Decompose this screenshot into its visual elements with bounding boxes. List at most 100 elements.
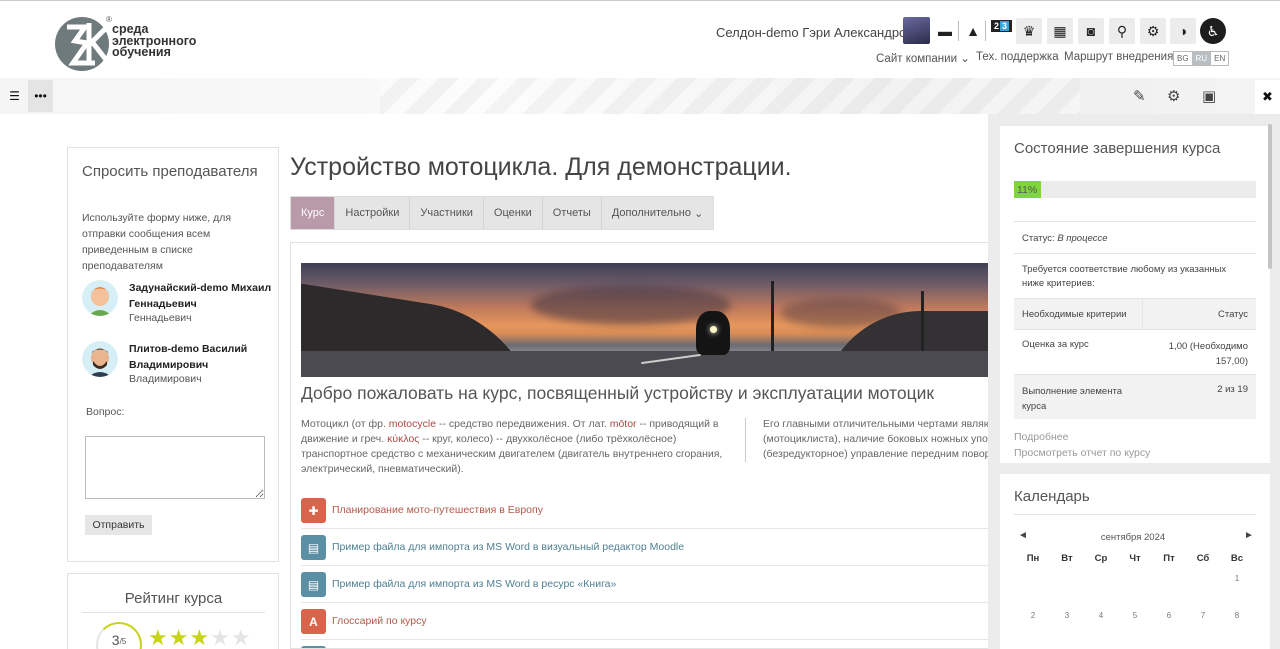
menu-company-sites[interactable]: Сайт компании ⌄	[876, 51, 970, 65]
lang-en[interactable]: EN	[1211, 52, 1228, 65]
calendar-day[interactable]: 6	[1158, 611, 1180, 620]
activity-item[interactable]	[301, 640, 999, 648]
activity-item[interactable]: ▤ Пример файла для импорта из MS Word в …	[301, 529, 999, 566]
link-kyklos[interactable]: κύκλος	[387, 433, 419, 445]
brush-icon[interactable]: ✎	[1133, 87, 1146, 105]
activity-item[interactable]: A Глоссарий по курсу	[301, 603, 999, 640]
weekday-label: Вс	[1230, 553, 1244, 564]
tab-more[interactable]: Дополнительно ⌄	[602, 197, 713, 229]
criteria-row: Выполнение элемента курса 2 из 19	[1014, 374, 1256, 419]
calendar-day[interactable]: 3	[1056, 611, 1078, 620]
ask-teacher-description: Используйте форму ниже, для отправки соо…	[82, 212, 232, 272]
link-motor[interactable]: mōtor	[610, 418, 637, 430]
teacher-avatar	[82, 280, 118, 316]
star-icon: ★	[168, 625, 190, 649]
completion-more-link[interactable]: Подробнее	[1014, 431, 1068, 443]
chat-icon[interactable]: ▬	[932, 18, 958, 44]
activity-label[interactable]: Глоссарий по курсу	[332, 615, 427, 627]
teacher-item[interactable]: Задунайский-demo Михаил Геннадьевич Генн…	[82, 280, 277, 330]
calendar-day[interactable]: 5	[1124, 611, 1146, 620]
activity-item[interactable]: ▤ Пример файла для импорта из MS Word в …	[301, 566, 999, 603]
lang-ru[interactable]: RU	[1192, 52, 1212, 65]
book-icon: ▤	[301, 572, 326, 597]
course-rating-block: Рейтинг курса 3/5 ★★★★★	[67, 573, 279, 649]
tab-participants[interactable]: Участники	[410, 197, 484, 229]
calendar-day[interactable]: 4	[1090, 611, 1112, 620]
activity-label[interactable]: Пример файла для импорта из MS Word в ре…	[332, 578, 616, 590]
progress-fill: 11%	[1014, 181, 1041, 198]
activity-label[interactable]: Планирование мото-путешествия в Европу	[332, 504, 543, 516]
tab-settings[interactable]: Настройки	[335, 197, 411, 229]
teacher-name: Задунайский-demo Михаил Геннадьевич	[129, 282, 272, 310]
teacher-avatar	[82, 341, 118, 377]
question-label: Вопрос:	[86, 406, 125, 418]
course-description: Мотоцикл (от фр. motocycle -- средство п…	[301, 418, 723, 475]
menu-route[interactable]: Маршрут внедрения	[1064, 51, 1173, 63]
tab-reports[interactable]: Отчеты	[543, 197, 602, 229]
criteria-header: Необходимые критерии Статус	[1014, 298, 1256, 330]
rating-stars: ★★★★★	[148, 625, 252, 649]
rating-title: Рейтинг курса	[124, 590, 223, 607]
right-sidebar: Состояние завершения курса 11% Статус: В…	[988, 114, 1280, 649]
badge-notifications[interactable]: 23	[991, 20, 1013, 32]
calendar-day[interactable]: 1	[1226, 574, 1248, 583]
completion-report-link[interactable]: Просмотреть отчет по курсу	[1014, 447, 1150, 459]
user-name[interactable]: Селдон-demo Гэри Александрович	[716, 25, 927, 40]
gear-icon[interactable]: ⚙	[1140, 18, 1166, 44]
completion-progress: 11%	[1014, 181, 1256, 198]
weekday-label: Вт	[1061, 553, 1073, 564]
close-icon[interactable]: ✖	[1255, 80, 1280, 114]
teacher-patronymic: Владимирович	[129, 373, 202, 385]
chevron-down-icon: ⌄	[960, 53, 970, 65]
sidebar-scrollbar[interactable]	[1268, 124, 1272, 269]
completion-requirement: Требуется соответствие любому из указанн…	[1014, 253, 1256, 298]
settings-gear-icon[interactable]: ⚙	[1167, 87, 1180, 105]
accessibility-icon[interactable]: ♿	[1200, 18, 1226, 44]
teacher-item[interactable]: Плитов-demo Василий Владимирович Владими…	[82, 341, 277, 391]
send-button[interactable]: Отправить	[85, 515, 152, 535]
star-icon: ★	[189, 625, 211, 649]
weekday-label: Пн	[1026, 553, 1040, 564]
link-motocycle[interactable]: motocycle	[389, 418, 436, 430]
toggle-icon[interactable]: ◑	[1170, 18, 1196, 44]
course-content: Добро пожаловать на курс, посвященный ус…	[290, 242, 1000, 649]
calendar-day[interactable]: 8	[1226, 611, 1248, 620]
completion-block: Состояние завершения курса 11% Статус: В…	[1000, 126, 1270, 463]
calendar-month[interactable]: сентября 2024	[1000, 532, 1266, 543]
trophy-icon[interactable]: ♛	[1016, 18, 1042, 44]
weekday-label: Пт	[1163, 553, 1175, 564]
page-title: Устройство мотоцикла. Для демонстрации.	[290, 153, 792, 181]
welcome-heading: Добро пожаловать на курс, посвященный ус…	[301, 383, 935, 403]
calendar-next-icon[interactable]: ►	[1244, 530, 1254, 541]
user-avatar[interactable]	[903, 17, 930, 44]
weekday-label: Чт	[1129, 553, 1141, 564]
more-icon[interactable]: •••	[28, 80, 53, 112]
ask-teacher-block: Спросить преподавателя Используйте форму…	[67, 147, 279, 562]
archive-icon[interactable]: ▣	[1202, 87, 1216, 105]
activity-item[interactable]: ✚ Планирование мото-путешествия в Европу	[301, 492, 999, 529]
dashboard-icon[interactable]: ▦	[1047, 18, 1073, 44]
bell-icon[interactable]: ▲	[960, 18, 986, 44]
lang-bg[interactable]: BG	[1174, 52, 1193, 65]
list-menu-icon[interactable]: ☰	[2, 80, 27, 112]
star-icon: ★	[210, 625, 231, 649]
star-icon: ★	[230, 625, 252, 649]
activity-label[interactable]: Пример файла для импорта из MS Word в ви…	[332, 541, 684, 553]
completion-title: Состояние завершения курса	[1014, 140, 1221, 157]
course-banner-image	[301, 263, 999, 377]
question-input[interactable]	[85, 436, 265, 499]
tab-grades[interactable]: Оценки	[484, 197, 543, 229]
teacher-name: Плитов-demo Василий Владимирович	[129, 343, 248, 371]
search-icon[interactable]: ⚲	[1109, 18, 1135, 44]
calendar-day[interactable]: 2	[1022, 611, 1044, 620]
tab-course[interactable]: Курс	[291, 197, 336, 229]
portrait-icon[interactable]: ◙	[1078, 18, 1104, 44]
language-switcher: BG RU EN	[1173, 51, 1230, 66]
weekday-label: Ср	[1094, 553, 1108, 564]
chevron-down-icon: ⌄	[694, 207, 704, 220]
calendar-block: Календарь ◄ сентября 2024 ► Пн Вт Ср Чт …	[1000, 474, 1270, 649]
glossary-icon: A	[301, 609, 326, 634]
calendar-day[interactable]: 7	[1192, 611, 1214, 620]
menu-support[interactable]: Тех. поддержка	[976, 51, 1059, 63]
weekday-label: Сб	[1196, 553, 1210, 564]
